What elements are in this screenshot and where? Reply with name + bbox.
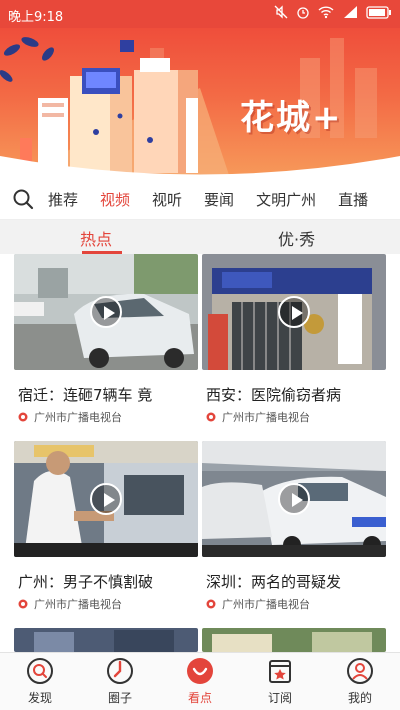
- tab-audiovisual[interactable]: 视听: [152, 189, 182, 210]
- video-grid: 宿迁：连砸7辆车 竟 广州市广播电视台 西安：医院偷窃者病 广州市广播电视台 广…: [0, 254, 400, 652]
- broadcaster-logo-icon: [18, 599, 28, 609]
- source-name: 广州市广播电视台: [34, 411, 122, 424]
- bottom-nav: 发现 圈子 看点 订阅 我的: [0, 652, 400, 710]
- tab-civilized-guangzhou[interactable]: 文明广州: [256, 189, 316, 210]
- video-source: 广州市广播电视台: [18, 597, 122, 611]
- bottom-tab-discover[interactable]: 发现: [0, 653, 80, 710]
- video-thumbnail[interactable]: [14, 628, 198, 652]
- profile-icon: [347, 658, 373, 684]
- bottom-tab-me[interactable]: 我的: [320, 653, 400, 710]
- broadcaster-logo-icon: [206, 412, 216, 422]
- wifi-icon: [318, 6, 334, 19]
- play-icon[interactable]: [278, 296, 310, 328]
- source-name: 广州市广播电视台: [222, 598, 310, 611]
- channel-nav: 推荐 视频 视听 要闻 文明广州 直播: [0, 178, 400, 220]
- tab-headlines[interactable]: 要闻: [204, 189, 234, 210]
- bottom-tab-label: 发现: [27, 691, 52, 705]
- video-thumbnail[interactable]: [202, 441, 386, 557]
- video-title[interactable]: 宿迁：连砸7辆车 竟: [18, 384, 196, 405]
- bottom-tab-subscribe[interactable]: 订阅: [240, 653, 320, 710]
- video-thumbnail[interactable]: [202, 628, 386, 652]
- alarm-icon: [297, 7, 309, 19]
- bottom-tab-label: 我的: [347, 691, 372, 705]
- video-thumbnail[interactable]: [14, 254, 198, 370]
- hero-title: 花城+: [240, 98, 343, 138]
- discover-search-icon: [27, 658, 53, 684]
- video-source: 广州市广播电视台: [206, 597, 310, 611]
- broadcaster-logo-icon: [206, 599, 216, 609]
- search-icon[interactable]: [12, 188, 34, 210]
- circle-community-icon: [107, 658, 133, 684]
- source-name: 广州市广播电视台: [222, 411, 310, 424]
- video-thumbnail[interactable]: [202, 254, 386, 370]
- sub-tabs: 热点 优·秀: [0, 220, 400, 254]
- battery-icon: [366, 5, 391, 19]
- channel-tabs: 推荐 视频 视听 要闻 文明广州 直播: [48, 178, 390, 220]
- bottom-tab-circle[interactable]: 圈子: [80, 653, 160, 710]
- bottom-tab-highlights[interactable]: 看点: [160, 653, 240, 710]
- tab-excellent[interactable]: 优·秀: [278, 226, 315, 250]
- status-bar: 晚上9:18: [0, 0, 400, 28]
- tab-video[interactable]: 视频: [100, 189, 130, 210]
- mute-icon: [274, 5, 288, 19]
- play-icon[interactable]: [90, 483, 122, 515]
- video-source: 广州市广播电视台: [206, 410, 310, 424]
- subscribe-icon: [269, 660, 291, 683]
- tab-hot[interactable]: 热点: [80, 226, 112, 250]
- status-icons: [274, 5, 392, 19]
- bottom-tab-label: 圈子: [107, 691, 132, 705]
- broadcaster-logo-icon: [18, 412, 28, 422]
- signal-icon: [344, 6, 357, 18]
- play-icon[interactable]: [278, 483, 310, 515]
- video-title[interactable]: 深圳：两名的哥疑发: [206, 571, 384, 592]
- tab-live[interactable]: 直播: [338, 189, 368, 210]
- highlights-icon: [187, 658, 213, 684]
- play-icon[interactable]: [90, 296, 122, 328]
- video-source: 广州市广播电视台: [18, 410, 122, 424]
- hero-banner[interactable]: 花城+: [0, 28, 400, 178]
- bottom-tab-label: 订阅: [267, 691, 292, 705]
- status-time: 晚上9:18: [8, 10, 64, 25]
- source-name: 广州市广播电视台: [34, 598, 122, 611]
- video-thumbnail[interactable]: [14, 441, 198, 557]
- video-title[interactable]: 西安：医院偷窃者病: [206, 384, 384, 405]
- bottom-tab-label: 看点: [187, 691, 212, 705]
- video-title[interactable]: 广州：男子不慎割破: [18, 571, 196, 592]
- tab-recommend[interactable]: 推荐: [48, 189, 78, 210]
